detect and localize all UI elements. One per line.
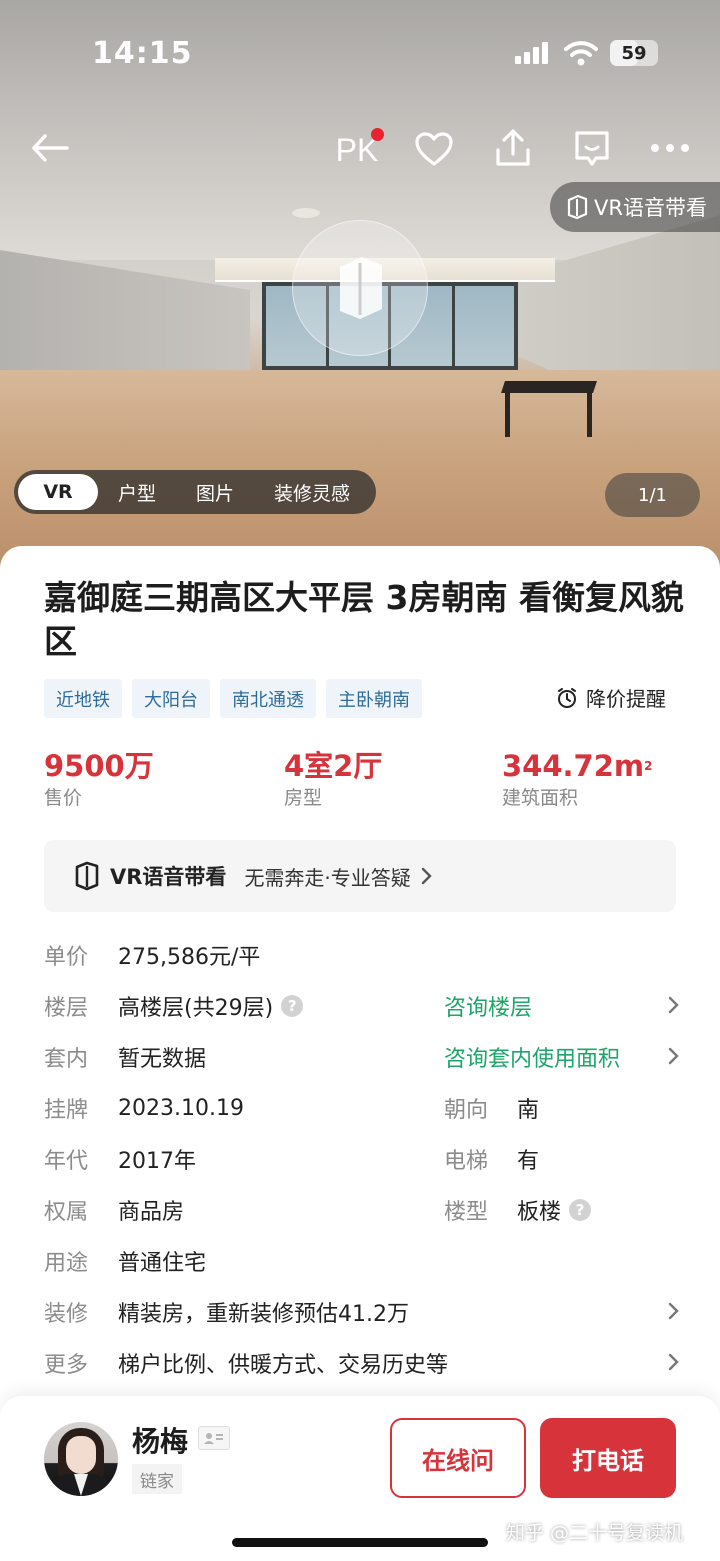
chevron-right-icon — [668, 1302, 679, 1320]
orientation-value: 南 — [517, 1098, 540, 1123]
listed-value: 2023.10.19 — [118, 1095, 244, 1121]
tag-north-south: 南北通透 — [220, 679, 316, 718]
inner-value: 暂无数据 — [118, 1047, 207, 1072]
layout-value: 4室2厅 — [284, 749, 383, 783]
usage-key: 用途 — [44, 1251, 89, 1276]
vr-banner-title: VR语音带看 — [110, 865, 227, 889]
vr-cube-icon — [567, 195, 588, 219]
area-label: 建筑面积 — [502, 787, 579, 809]
message-icon[interactable] — [570, 126, 614, 170]
pk-compare-button[interactable]: PK — [332, 128, 384, 172]
cellular-signal-icon — [515, 42, 548, 64]
price-value: 9500万 — [44, 749, 154, 783]
vr-voice-chip-label: VR语音带看 — [594, 196, 707, 220]
vr-voice-tour-banner[interactable]: VR语音带看 无需奔走·专业答疑 — [44, 840, 676, 912]
area-value: 344.72m — [502, 749, 645, 783]
clock: 14:15 — [92, 36, 193, 71]
year-value: 2017年 — [118, 1149, 196, 1174]
row-listed-orientation: 挂牌 2023.10.19 朝向 南 — [44, 1083, 680, 1133]
decoration-key: 装修 — [44, 1302, 89, 1327]
ask-inner-area-link[interactable]: 咨询套内使用面积 — [444, 1041, 620, 1073]
row-unit-price: 单价 275,586元/平 — [44, 930, 680, 980]
layout-label: 房型 — [284, 787, 323, 809]
alarm-clock-icon — [558, 687, 576, 708]
watermark: 知乎 @二十号复读机 — [506, 1522, 684, 1544]
building-type-value: 板楼 — [517, 1200, 562, 1225]
tag-big-balcony: 大阳台 — [132, 679, 210, 718]
metric-layout: 4室2厅 房型 — [284, 748, 382, 812]
agent-avatar[interactable] — [44, 1422, 118, 1496]
wifi-icon — [564, 41, 598, 66]
agent-company: 链家 — [132, 1464, 182, 1494]
heart-icon[interactable] — [412, 128, 456, 170]
decoration-value: 精装房，重新装修预估41.2万 — [118, 1302, 409, 1327]
year-key: 年代 — [44, 1149, 89, 1174]
chevron-right-icon — [668, 1353, 679, 1371]
row-floor[interactable]: 楼层 高楼层(共29层)? 咨询楼层 — [44, 981, 680, 1031]
more-icon[interactable] — [648, 132, 692, 164]
elevator-key: 电梯 — [444, 1149, 489, 1174]
media-counter: 1/1 — [605, 473, 700, 517]
price-label: 售价 — [44, 787, 83, 809]
share-icon[interactable] — [492, 126, 534, 170]
more-key: 更多 — [44, 1353, 89, 1378]
area-unit-superscript: 2 — [644, 759, 653, 773]
coffee-table — [501, 381, 597, 437]
unit-price-value: 275,586元/平 — [118, 945, 261, 970]
back-icon[interactable] — [28, 126, 72, 170]
vr-cube-icon — [340, 257, 382, 319]
ceiling-lamp — [292, 208, 320, 218]
vr-enter-button[interactable] — [292, 220, 428, 356]
battery-indicator: 59 — [610, 40, 658, 66]
floor-value: 高楼层(共29层) — [118, 996, 274, 1021]
status-bar: 14:15 59 — [0, 0, 720, 100]
floor-key: 楼层 — [44, 996, 89, 1021]
elevator-value: 有 — [517, 1149, 540, 1174]
vr-banner-subtitle: 无需奔走·专业答疑 — [244, 865, 411, 890]
unit-price-key: 单价 — [44, 945, 89, 970]
call-button[interactable]: 打电话 — [540, 1418, 676, 1498]
metric-area: 344.72m2 建筑面积 — [502, 748, 653, 812]
usage-value: 普通住宅 — [118, 1251, 207, 1276]
vr-voice-tour-chip[interactable]: VR语音带看 — [550, 182, 720, 232]
media-tabs: VR 户型 图片 装修灵感 — [14, 470, 376, 514]
id-card-icon[interactable] — [198, 1426, 230, 1450]
vr-cube-icon — [75, 861, 99, 891]
tag-master-south: 主卧朝南 — [326, 679, 422, 718]
tab-vr[interactable]: VR — [18, 474, 98, 510]
price-alert-button[interactable]: 降价提醒 — [556, 683, 666, 712]
price-alert-label: 降价提醒 — [586, 687, 666, 711]
notification-dot — [371, 128, 384, 141]
row-decoration[interactable]: 装修 精装房，重新装修预估41.2万 — [44, 1287, 680, 1337]
listed-key: 挂牌 — [44, 1098, 89, 1123]
ownership-key: 权属 — [44, 1200, 89, 1225]
orientation-key: 朝向 — [444, 1098, 489, 1123]
more-value: 梯户比例、供暖方式、交易历史等 — [118, 1353, 449, 1378]
ownership-value: 商品房 — [118, 1200, 185, 1225]
row-usage: 用途 普通住宅 — [44, 1236, 680, 1286]
help-icon[interactable]: ? — [281, 995, 304, 1017]
feature-tags: 近地铁 大阳台 南北通透 主卧朝南 — [44, 679, 422, 718]
chevron-right-icon — [668, 1047, 679, 1065]
help-icon[interactable]: ? — [569, 1199, 592, 1221]
listing-title: 嘉御庭三期高区大平层 3房朝南 看衡复风貌区 — [44, 578, 684, 661]
tag-near-metro: 近地铁 — [44, 679, 122, 718]
metric-price: 9500万 售价 — [44, 748, 154, 812]
agent-name[interactable]: 杨梅 — [132, 1420, 188, 1460]
ask-floor-link[interactable]: 咨询楼层 — [444, 990, 532, 1022]
row-ownership-building: 权属 商品房 楼型 板楼? — [44, 1185, 680, 1235]
chat-online-button[interactable]: 在线问 — [390, 1418, 526, 1498]
tab-floorplan[interactable]: 户型 — [98, 474, 176, 510]
inner-key: 套内 — [44, 1047, 89, 1072]
row-inner-area[interactable]: 套内 暂无数据 咨询套内使用面积 — [44, 1032, 680, 1082]
tab-photos[interactable]: 图片 — [176, 474, 254, 510]
chevron-right-icon — [668, 996, 679, 1014]
row-more[interactable]: 更多 梯户比例、供暖方式、交易历史等 — [44, 1338, 680, 1388]
home-indicator[interactable] — [232, 1538, 488, 1547]
tab-decoration-ideas[interactable]: 装修灵感 — [254, 474, 370, 510]
building-type-key: 楼型 — [444, 1200, 489, 1225]
row-year-elevator: 年代 2017年 电梯 有 — [44, 1134, 680, 1184]
chevron-right-icon — [421, 867, 432, 885]
